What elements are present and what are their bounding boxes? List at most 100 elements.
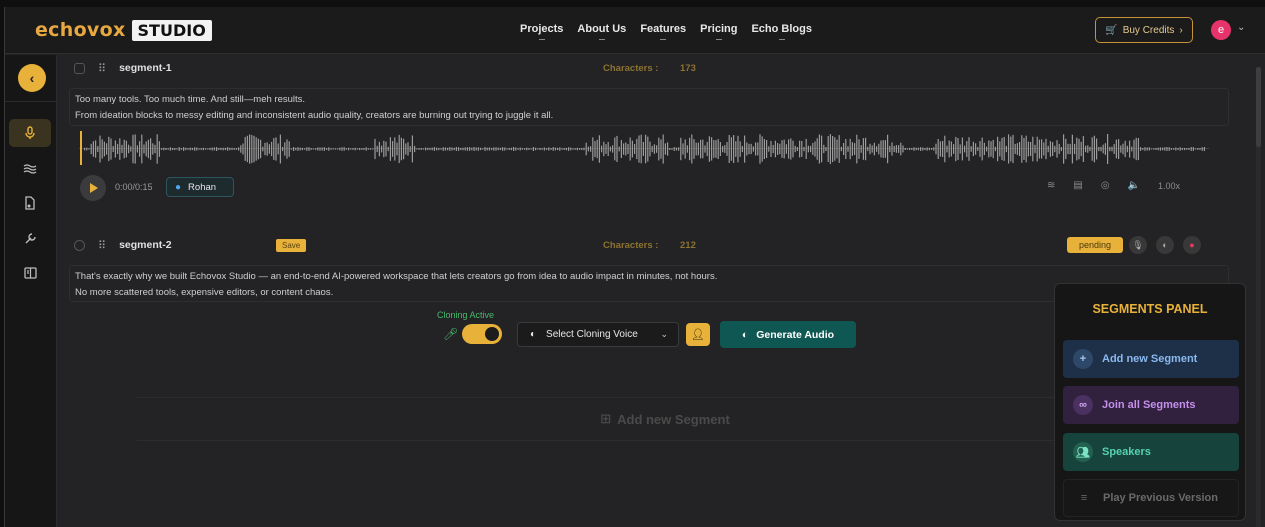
- segments-panel: SEGMENTS PANEL + Add new Segment ∞ Join …: [1054, 283, 1246, 521]
- panel-play-previous-button[interactable]: ≡ Play Previous Version: [1063, 479, 1239, 517]
- waveform-bar: [790, 138, 792, 160]
- segment-1-checkbox[interactable]: [74, 62, 85, 74]
- waveform-bar: [414, 145, 416, 153]
- waveform-bar: [398, 134, 400, 164]
- waveform-bar: [691, 134, 693, 164]
- panel-join-segments-button[interactable]: ∞ Join all Segments: [1063, 386, 1239, 424]
- waveform-bar: [675, 147, 677, 151]
- waveform-bar: [284, 142, 286, 156]
- chevron-down-icon[interactable]: ⌄: [1237, 22, 1245, 33]
- microphone-icon: 🎤︎: [443, 327, 459, 341]
- drag-handle-icon[interactable]: ⠿: [98, 239, 106, 252]
- waveform-bar: [979, 141, 981, 157]
- segment-2-checkbox[interactable]: [74, 239, 85, 251]
- sidebar-item-tools[interactable]: [9, 224, 51, 252]
- waveform-bar: [293, 147, 295, 151]
- nav-features[interactable]: Features: [640, 23, 686, 35]
- play-button[interactable]: [80, 175, 106, 201]
- waveform-bar: [1166, 147, 1168, 151]
- record-mic-icon[interactable]: 🎙: [1129, 236, 1147, 254]
- waveform-bar: [123, 139, 125, 159]
- waveform-bar: [1192, 147, 1194, 151]
- waveform-bar: [152, 143, 154, 155]
- add-new-segment-area[interactable]: ⊞ Add new Segment: [137, 397, 1193, 441]
- waveform-bar: [114, 140, 116, 158]
- add-voice-button[interactable]: 👤︎: [686, 323, 710, 346]
- waveform-bar: [1104, 143, 1106, 155]
- target-icon[interactable]: ◎: [1101, 180, 1110, 191]
- buy-credits-button[interactable]: 🛒 Buy Credits ›: [1095, 17, 1193, 43]
- waveform-bar: [466, 147, 468, 151]
- playback-speed[interactable]: 1.00x: [1158, 181, 1180, 191]
- playhead-cursor[interactable]: [80, 131, 82, 165]
- waveform-bar: [1085, 145, 1087, 153]
- waveform-bar: [585, 142, 587, 156]
- user-avatar[interactable]: e: [1211, 20, 1231, 40]
- sidebar-item-voice[interactable]: [9, 119, 51, 147]
- cloning-toggle[interactable]: [462, 324, 502, 344]
- waveform-bar: [966, 141, 968, 157]
- main-scrollbar[interactable]: [1256, 67, 1261, 527]
- equalizer-icon[interactable]: ≋: [1047, 180, 1055, 191]
- waveform-bar: [389, 137, 391, 161]
- waveform-bar: [1140, 147, 1142, 151]
- waveform-bar: [385, 141, 387, 157]
- drag-handle-icon[interactable]: ⠿: [98, 62, 106, 75]
- waveform-bar: [312, 148, 314, 150]
- waveform-bar: [128, 144, 130, 154]
- brand-logo[interactable]: echovox STUDIO: [35, 19, 212, 41]
- waveform-bar: [200, 148, 202, 150]
- audio-file-icon[interactable]: ▤: [1073, 180, 1082, 191]
- waveform-bar: [117, 143, 119, 154]
- waveform-bar: [994, 146, 996, 152]
- waveform-bar: [97, 146, 99, 152]
- segment-1-waveform[interactable]: [79, 131, 1209, 167]
- panel-speakers-button[interactable]: 👥︎ Speakers: [1063, 433, 1239, 471]
- select-cloning-voice-dropdown[interactable]: ◐ Select Cloning Voice ⌄: [517, 322, 679, 347]
- nav-about-us[interactable]: About Us: [577, 23, 626, 35]
- waveform-bar: [1076, 137, 1078, 161]
- waveform-bar: [972, 141, 974, 157]
- waveform-bar: [1201, 147, 1203, 151]
- nav-pricing[interactable]: Pricing: [700, 23, 737, 35]
- waveform-bar: [354, 147, 356, 151]
- waveform-bar: [700, 139, 702, 159]
- add-new-segment-label: Add new Segment: [617, 411, 730, 427]
- panel-add-segment-button[interactable]: + Add new Segment: [1063, 340, 1239, 378]
- sidebar-item-audio-file[interactable]: [9, 189, 51, 217]
- save-button[interactable]: Save: [276, 238, 307, 252]
- back-button[interactable]: ‹: [18, 64, 46, 92]
- nav-projects[interactable]: Projects: [520, 23, 563, 35]
- waveform-bar: [693, 139, 695, 159]
- segment-1-line-1: Too many tools. Too much time. And still…: [75, 94, 306, 105]
- waveform-bar: [1032, 136, 1034, 162]
- waveform-bar: [363, 148, 365, 150]
- segment-1-text[interactable]: Too many tools. Too much time. And still…: [69, 88, 1229, 126]
- waveform-bar: [746, 142, 748, 156]
- playback-time: 0:00/0:15: [115, 182, 153, 192]
- voice-clone-icon[interactable]: ◐: [1156, 236, 1174, 254]
- delete-icon[interactable]: ●: [1183, 236, 1201, 254]
- waveform-bar: [222, 147, 224, 151]
- nav-echo-blogs[interactable]: Echo Blogs: [751, 23, 812, 35]
- waveform-bar: [356, 148, 358, 150]
- waveform-bar: [618, 146, 620, 152]
- voice-name: Rohan: [188, 181, 217, 193]
- waveform-bar: [719, 142, 721, 156]
- voice-chip[interactable]: ● Rohan: [166, 177, 234, 197]
- waveform-bar: [750, 143, 752, 155]
- waveform-bar: [631, 140, 633, 158]
- waveform-bar: [488, 147, 490, 151]
- sidebar-item-audio-effects[interactable]: [9, 155, 51, 183]
- waveform-bar: [515, 147, 517, 151]
- waveform-bar: [359, 148, 361, 151]
- waveform-bar: [211, 147, 213, 151]
- waveform-bar: [818, 134, 820, 164]
- segment-2-line-2: No more scattered tools, expensive edito…: [75, 287, 334, 298]
- generate-audio-button[interactable]: ◐ Generate Audio: [720, 321, 856, 348]
- waveform-bar: [858, 139, 860, 159]
- waveform-bar: [537, 148, 539, 150]
- waveform-bar: [218, 148, 220, 150]
- sidebar-item-library[interactable]: [9, 259, 51, 287]
- volume-icon[interactable]: 🔈: [1128, 180, 1140, 191]
